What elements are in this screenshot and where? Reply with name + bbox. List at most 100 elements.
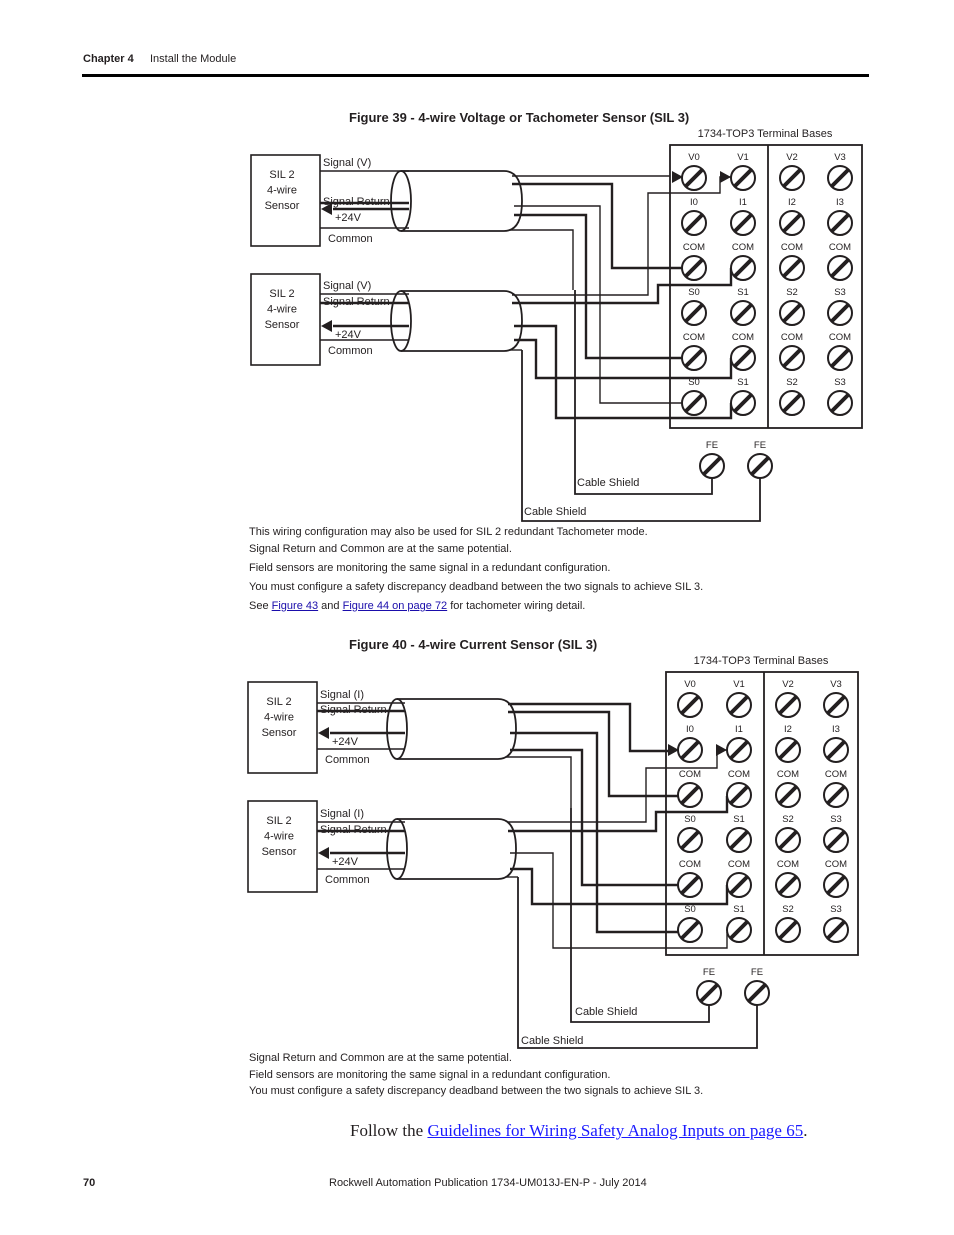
screw-terminal-icon	[677, 692, 703, 718]
sensor-label: 4-wire	[267, 304, 297, 316]
screw-terminal-icon	[677, 917, 703, 943]
screw-terminal-icon	[779, 255, 805, 281]
screw-terminal-icon	[775, 692, 801, 718]
screw-terminal-icon	[726, 692, 752, 718]
wire	[506, 756, 572, 808]
screw-terminal-icon	[823, 737, 849, 763]
screw-terminal-icon	[699, 453, 725, 479]
screw-terminal-icon	[747, 453, 773, 479]
cable-shield-wire	[521, 350, 761, 522]
figure-40-notes: Signal Return and Common are at the same…	[249, 1050, 703, 1100]
terminal-label: COM	[683, 332, 705, 343]
screw-terminal-icon	[681, 345, 707, 371]
fe-label: FE	[754, 440, 766, 451]
wire	[512, 182, 683, 270]
sensor-label: Sensor	[262, 846, 297, 858]
terminal-label: COM	[728, 769, 750, 780]
terminal-label: S3	[834, 287, 846, 298]
screw-terminal-icon	[726, 827, 752, 853]
sensor-label: SIL 2	[266, 815, 291, 827]
screw-terminal-icon	[827, 255, 853, 281]
link-figure-44[interactable]: Figure 44 on page 72	[343, 600, 448, 612]
sensor-label: Sensor	[265, 319, 300, 331]
terminal-label: I2	[788, 197, 796, 208]
wire-label-24v: +24V	[332, 856, 359, 868]
cable-shield-label: Cable Shield	[575, 1006, 637, 1018]
screw-terminal-icon	[726, 872, 752, 898]
note: Signal Return and Common are at the same…	[249, 543, 512, 555]
arrow-head-icon	[321, 320, 332, 332]
screw-terminal-icon	[681, 300, 707, 326]
fe-label: FE	[751, 967, 763, 978]
page-number: 70	[83, 1177, 96, 1189]
screw-terminal-icon	[726, 737, 752, 763]
screw-terminal-icon	[779, 390, 805, 416]
screw-terminal-icon	[681, 255, 707, 281]
terminal-label: S0	[684, 904, 696, 915]
screw-terminal-icon	[823, 872, 849, 898]
cable-shield-label: Cable Shield	[577, 477, 639, 489]
wire-label-common: Common	[325, 874, 370, 886]
sensor-label: Sensor	[262, 727, 297, 739]
sensor-label: SIL 2	[266, 696, 291, 708]
terminal-label: COM	[679, 769, 701, 780]
terminal-label: S1	[737, 377, 749, 388]
arrow-head-icon	[318, 847, 329, 859]
terminal-label: I3	[836, 197, 844, 208]
screw-terminal-icon	[779, 210, 805, 236]
terminal-label: COM	[777, 859, 799, 870]
terminal-label: V1	[737, 152, 749, 163]
cable-shield-body	[401, 170, 523, 232]
follow-guidelines: Follow the Guidelines for Wiring Safety …	[350, 1121, 808, 1140]
wire-label-common: Common	[325, 754, 370, 766]
terminal-label: COM	[777, 769, 799, 780]
screw-terminal-icon	[677, 737, 703, 763]
link-guidelines-page-65[interactable]: Guidelines for Wiring Safety Analog Inpu…	[427, 1121, 803, 1140]
screw-terminal-icon	[827, 165, 853, 191]
cable-shield-body	[397, 818, 517, 880]
screw-terminal-icon	[827, 345, 853, 371]
terminal-base-label: 1734-TOP3 Terminal Bases	[694, 655, 829, 667]
terminal-label: S0	[684, 814, 696, 825]
wire-label-24v: +24V	[335, 329, 362, 341]
screw-terminal-icon	[775, 827, 801, 853]
sensor-label: SIL 2	[269, 288, 294, 300]
screw-terminal-icon	[681, 165, 707, 191]
terminal-label: V3	[830, 679, 842, 690]
wire-label-signal: Signal (I)	[320, 689, 364, 701]
terminal-label: I1	[735, 724, 743, 735]
wire-label-24v: +24V	[335, 212, 362, 224]
wire-label-signal: Signal (V)	[323, 280, 371, 292]
wire-label-24v: +24V	[332, 736, 359, 748]
wire-label-signal: Signal (I)	[320, 808, 364, 820]
terminal-label: S0	[688, 377, 700, 388]
terminal-label: S2	[782, 904, 794, 915]
link-figure-43[interactable]: Figure 43	[272, 600, 318, 612]
sensor-label: 4-wire	[264, 712, 294, 724]
section-label: Install the Module	[150, 53, 237, 65]
screw-terminal-icon	[677, 872, 703, 898]
arrow-head-icon	[716, 744, 727, 756]
cable-shield-label: Cable Shield	[524, 506, 586, 518]
note: Field sensors are monitoring the same si…	[249, 562, 611, 574]
screw-terminal-icon	[823, 692, 849, 718]
terminal-label: I3	[832, 724, 840, 735]
arrow-head-icon	[720, 171, 731, 183]
fe-label: FE	[703, 967, 715, 978]
note: This wiring configuration may also be us…	[249, 526, 648, 538]
screw-terminal-icon	[677, 827, 703, 853]
figure-39-wiring-diagram: SIL 24-wireSensorSignal (V)Signal Return…	[250, 128, 863, 522]
terminal-label: COM	[732, 332, 754, 343]
screw-terminal-icon	[827, 390, 853, 416]
wire	[508, 710, 679, 798]
cable-shield-body	[401, 290, 523, 352]
figure-39-notes: This wiring configuration may also be us…	[249, 524, 703, 615]
fe-label: FE	[706, 440, 718, 451]
terminal-label: S1	[733, 904, 745, 915]
terminal-label: S1	[733, 814, 745, 825]
terminal-label: S1	[737, 287, 749, 298]
chapter-label: Chapter 4	[83, 53, 134, 65]
wire-label-common: Common	[328, 345, 373, 357]
terminal-label: COM	[728, 859, 750, 870]
terminal-label: I0	[686, 724, 694, 735]
